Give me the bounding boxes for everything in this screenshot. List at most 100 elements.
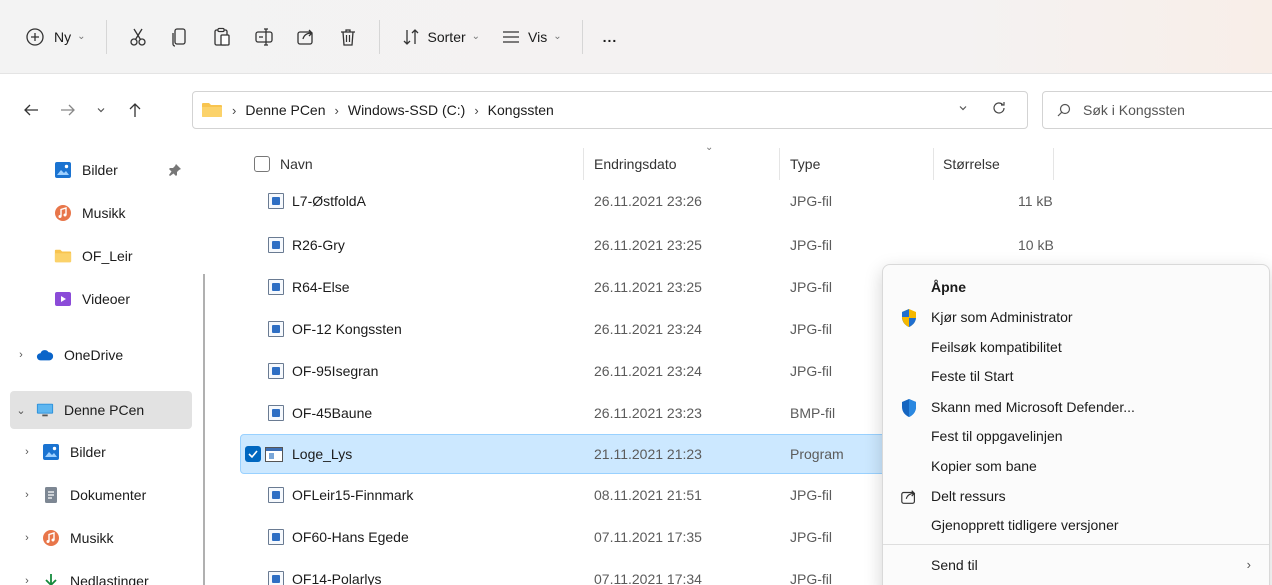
menu-item-troubleshoot-compatibility[interactable]: Feilsøk kompatibilitet xyxy=(889,333,1265,363)
arrow-right-icon xyxy=(61,104,75,116)
navigation-pane: Bilder Musikk OF_Leir Videoer › OneDrive… xyxy=(0,146,200,585)
sidebar-scrollbar[interactable] xyxy=(203,274,205,585)
file-name: Loge_Lys xyxy=(292,446,353,462)
menu-item-copy-as-path[interactable]: Kopier som bane xyxy=(889,452,1265,482)
up-button[interactable] xyxy=(124,99,146,121)
sidebar-item-downloads[interactable]: › Nedlastinger xyxy=(10,562,192,585)
sidebar-item-music[interactable]: › Musikk xyxy=(10,519,192,557)
file-name: OF60-Hans Egede xyxy=(292,529,409,545)
column-name[interactable]: Navn xyxy=(280,156,313,172)
column-date[interactable]: Endringsdato xyxy=(594,156,677,172)
menu-item-pin-to-taskbar[interactable]: Fest til oppgavelinjen xyxy=(889,422,1265,452)
view-label: Vis xyxy=(528,28,548,45)
file-row[interactable]: R64-Else 26.11.2021 23:25 JPG-fil xyxy=(240,268,888,308)
paste-icon xyxy=(211,26,233,48)
pin-icon[interactable] xyxy=(168,163,182,180)
refresh-button[interactable] xyxy=(991,100,1007,116)
address-bar[interactable]: › Denne PCen › Windows-SSD (C:) › Kongss… xyxy=(192,91,1028,129)
sidebar-item-videos[interactable]: Videoer xyxy=(10,280,192,318)
file-date: 26.11.2021 23:25 xyxy=(594,237,702,253)
new-label: Ny xyxy=(54,28,72,45)
image-file-icon xyxy=(268,193,284,209)
pictures-icon xyxy=(54,161,72,179)
row-checkbox[interactable] xyxy=(245,446,261,462)
arrow-up-icon xyxy=(129,103,141,117)
menu-item-pin-to-start[interactable]: Feste til Start xyxy=(889,362,1265,392)
search-box[interactable]: Søk i Kongssten xyxy=(1042,91,1272,129)
sidebar-item-pictures-quick[interactable]: Bilder xyxy=(10,151,192,189)
recent-locations-button[interactable] xyxy=(90,99,112,121)
column-type[interactable]: Type xyxy=(790,156,820,172)
search-input[interactable]: Søk i Kongssten xyxy=(1083,102,1185,118)
new-button[interactable]: Ny ⌄ xyxy=(14,19,96,55)
image-file-icon xyxy=(268,321,284,337)
column-divider[interactable] xyxy=(779,148,780,180)
file-type: JPG-fil xyxy=(790,279,832,295)
menu-item-restore-previous-versions[interactable]: Gjenopprett tidligere versjoner xyxy=(889,511,1265,541)
sidebar-item-onedrive[interactable]: › OneDrive xyxy=(10,336,192,374)
breadcrumb-this-pc[interactable]: Denne PCen xyxy=(245,102,325,118)
rename-button[interactable] xyxy=(243,19,285,55)
chevron-right-icon[interactable]: › xyxy=(12,349,30,361)
share-button[interactable] xyxy=(285,19,327,55)
column-divider[interactable] xyxy=(933,148,934,180)
file-row[interactable]: OF14-Polarlys 07.11.2021 17:34 JPG-fil xyxy=(240,560,888,585)
more-options-button[interactable]: ... xyxy=(593,19,628,55)
search-icon xyxy=(1057,103,1071,117)
forward-button[interactable] xyxy=(57,99,79,121)
breadcrumb-current-folder[interactable]: Kongssten xyxy=(488,102,554,118)
file-row[interactable]: OF-12 Kongssten 26.11.2021 23:24 JPG-fil xyxy=(240,310,888,350)
chevron-down-icon[interactable]: ⌄ xyxy=(12,404,30,417)
file-date: 07.11.2021 17:35 xyxy=(594,529,702,545)
chevron-down-icon: ⌄ xyxy=(553,31,562,42)
chevron-right-icon[interactable]: › xyxy=(18,532,36,544)
file-row[interactable]: OF60-Hans Egede 07.11.2021 17:35 JPG-fil xyxy=(240,518,888,558)
file-size: 10 kB xyxy=(1018,237,1054,253)
file-row[interactable]: OF-45Baune 26.11.2021 23:23 BMP-fil xyxy=(240,394,888,434)
file-row[interactable]: OFLeir15-Finnmark 08.11.2021 21:51 JPG-f… xyxy=(240,476,888,516)
sidebar-item-label: Bilder xyxy=(70,444,106,460)
menu-item-run-as-admin[interactable]: Kjør som Administrator xyxy=(889,303,1265,333)
image-file-icon xyxy=(268,405,284,421)
view-button[interactable]: Vis ⌄ xyxy=(490,19,572,55)
sidebar-item-of-leir[interactable]: OF_Leir xyxy=(10,237,192,275)
downloads-icon xyxy=(42,572,60,585)
sidebar-item-music-quick[interactable]: Musikk xyxy=(10,194,192,232)
menu-item-open[interactable]: Åpne xyxy=(889,273,1265,303)
onedrive-icon xyxy=(36,346,54,364)
copy-button[interactable] xyxy=(159,19,201,55)
file-row-selected[interactable]: Loge_Lys 21.11.2021 21:23 Program xyxy=(240,434,888,474)
file-type: JPG-fil xyxy=(790,193,832,209)
column-divider[interactable] xyxy=(1053,148,1054,180)
file-row[interactable]: OF-95Isegran 26.11.2021 23:24 JPG-fil xyxy=(240,352,888,392)
toolbar-divider xyxy=(378,19,380,54)
sidebar-item-pictures[interactable]: › Bilder xyxy=(10,433,192,471)
file-name: OF-12 Kongssten xyxy=(292,321,402,337)
menu-item-share[interactable]: Delt ressurs xyxy=(889,482,1265,512)
column-divider[interactable] xyxy=(583,148,584,180)
paste-button[interactable] xyxy=(201,19,243,55)
sort-button[interactable]: Sorter ⌄ xyxy=(390,19,491,55)
copy-icon xyxy=(169,26,191,48)
chevron-right-icon[interactable]: › xyxy=(18,446,36,458)
sidebar-item-documents[interactable]: › Dokumenter xyxy=(10,476,192,514)
file-row[interactable]: R26-Gry 26.11.2021 23:25 JPG-fil 10 kB xyxy=(240,226,1054,266)
chevron-right-icon[interactable]: › xyxy=(18,575,36,585)
menu-item-scan-defender[interactable]: Skann med Microsoft Defender... xyxy=(889,393,1265,423)
select-all-checkbox[interactable] xyxy=(254,156,270,172)
delete-button[interactable] xyxy=(327,19,369,55)
column-size[interactable]: Størrelse xyxy=(943,156,1000,172)
breadcrumb-drive[interactable]: Windows-SSD (C:) xyxy=(348,102,465,118)
sidebar-item-this-pc[interactable]: ⌄ Denne PCen xyxy=(10,391,192,429)
toolbar-divider xyxy=(105,19,107,54)
context-menu: Åpne Kjør som Administrator Feilsøk komp… xyxy=(882,264,1270,585)
address-history-button[interactable] xyxy=(957,102,969,114)
scissors-icon xyxy=(127,26,149,48)
image-file-icon xyxy=(268,487,284,503)
chevron-right-icon[interactable]: › xyxy=(18,489,36,501)
menu-item-send-to[interactable]: Send til › xyxy=(889,551,1265,581)
cut-button[interactable] xyxy=(117,19,159,55)
back-button[interactable] xyxy=(20,99,42,121)
file-row[interactable]: L7-ØstfoldA 26.11.2021 23:26 JPG-fil 11 … xyxy=(240,182,1053,222)
file-type: JPG-fil xyxy=(790,363,832,379)
